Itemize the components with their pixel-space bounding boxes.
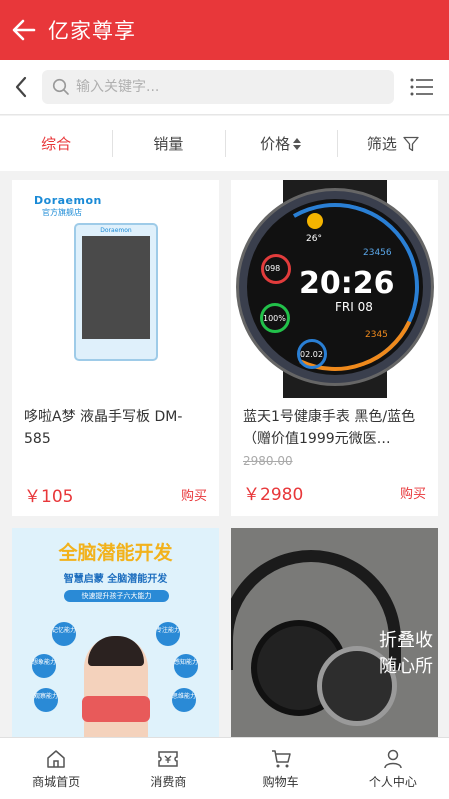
product-image[interactable]: 折叠收 随心所 bbox=[231, 528, 438, 737]
sort-bar: 综合 销量 价格 筛选 bbox=[0, 116, 449, 171]
tab-label: 购物车 bbox=[262, 774, 299, 789]
brand-logo: Doraemon bbox=[34, 194, 102, 207]
product-card[interactable]: 26° 23456 098 20:26 FRI 08 100% 02.02 23… bbox=[231, 180, 438, 516]
cart-icon bbox=[271, 749, 291, 767]
watch-date: FRI 08 bbox=[335, 300, 373, 314]
sort-tab-sales[interactable]: 销量 bbox=[112, 116, 224, 171]
ability-circle: 专注能力 bbox=[156, 622, 180, 646]
sort-tab-filter[interactable]: 筛选 bbox=[336, 116, 449, 171]
product-footer: ￥105 购买 bbox=[12, 476, 219, 512]
product-original-price: 2980.00 bbox=[243, 454, 293, 468]
poster-text: 随心所 bbox=[379, 656, 433, 677]
tab-label: 消费商 bbox=[150, 774, 187, 789]
product-image[interactable]: 全脑潜能开发 智慧启蒙 全脑潜能开发 快速提升孩子六大能力 记忆能力 专注能力 … bbox=[12, 528, 219, 737]
search-bar bbox=[0, 60, 449, 115]
tab-profile[interactable]: 个人中心 bbox=[337, 738, 449, 799]
poster-tag: 快速提升孩子六大能力 bbox=[64, 590, 169, 602]
child-photo bbox=[82, 636, 150, 737]
product-price: ￥105 bbox=[24, 486, 74, 507]
tablet-device: Doraemon bbox=[74, 223, 158, 361]
ability-circle: 感知能力 bbox=[174, 654, 198, 678]
child-hair bbox=[88, 636, 144, 666]
tab-label: 个人中心 bbox=[368, 774, 417, 789]
sort-tab-label: 销量 bbox=[153, 135, 184, 153]
product-card[interactable]: 折叠收 随心所 bbox=[231, 528, 438, 737]
product-image[interactable]: Doraemon 官方旗舰店 Doraemon bbox=[12, 180, 219, 398]
poster-headline: 全脑潜能开发 bbox=[58, 542, 173, 564]
ability-circle: 观察能力 bbox=[34, 688, 58, 712]
watch-heart: 098 bbox=[265, 264, 281, 273]
ability-circle: 思维能力 bbox=[172, 688, 196, 712]
sun-icon bbox=[307, 213, 323, 229]
app-bar: 亿家尊享 bbox=[0, 0, 449, 60]
ticket-icon bbox=[158, 750, 179, 767]
product-price: ￥2980 bbox=[243, 484, 304, 505]
tablet-screen bbox=[82, 236, 150, 339]
ability-circle: 想象能力 bbox=[32, 654, 56, 678]
search-box[interactable] bbox=[42, 70, 394, 104]
list-icon bbox=[410, 78, 433, 96]
sort-tab-label: 筛选 bbox=[366, 135, 397, 153]
product-grid: Doraemon 官方旗舰店 Doraemon 哆啦A梦 液晶手写板 DM-58… bbox=[0, 171, 449, 737]
watch-calories: 2345 bbox=[365, 330, 388, 340]
poster-subtitle: 智慧启蒙 全脑潜能开发 bbox=[63, 574, 168, 585]
page-title: 亿家尊享 bbox=[48, 19, 136, 43]
tab-cart[interactable]: 购物车 bbox=[225, 738, 337, 799]
device-brand: Doraemon bbox=[100, 227, 132, 234]
poster-text: 折叠收 bbox=[379, 630, 433, 651]
sort-tab-price[interactable]: 价格 bbox=[224, 116, 337, 171]
sort-arrows-icon bbox=[293, 137, 302, 150]
headphones bbox=[82, 696, 150, 722]
chevron-left-icon bbox=[15, 76, 27, 98]
home-icon bbox=[47, 749, 65, 768]
back-button[interactable] bbox=[0, 0, 48, 60]
sort-tab-label: 综合 bbox=[41, 135, 72, 153]
product-card[interactable]: Doraemon 官方旗舰店 Doraemon 哆啦A梦 液晶手写板 DM-58… bbox=[12, 180, 219, 516]
ability-circle: 记忆能力 bbox=[52, 622, 76, 646]
arrow-left-icon bbox=[12, 19, 36, 41]
product-name: 哆啦A梦 液晶手写板 DM-585 bbox=[24, 409, 183, 447]
tab-label: 商城首页 bbox=[32, 774, 81, 789]
search-input[interactable] bbox=[76, 79, 356, 95]
buy-button[interactable]: 购买 bbox=[181, 485, 207, 504]
buy-button[interactable]: 购买 bbox=[400, 483, 426, 502]
watch-battery: 100% bbox=[263, 314, 286, 323]
watch-time: 20:26 bbox=[299, 266, 395, 301]
bottom-tab-bar: 商城首页 消费商 购物车 个人中心 bbox=[0, 737, 449, 799]
search-back-button[interactable] bbox=[0, 60, 42, 115]
product-name: 蓝天1号健康手表 黑色/蓝色 （赠价值1999元微医… bbox=[243, 409, 416, 447]
list-view-button[interactable] bbox=[394, 60, 449, 115]
watch-temp: 26° bbox=[306, 234, 322, 244]
tab-consumer[interactable]: 消费商 bbox=[112, 738, 224, 799]
watch-steps: 23456 bbox=[363, 248, 392, 258]
person-icon bbox=[384, 749, 402, 768]
search-icon bbox=[52, 78, 69, 95]
store-label: 官方旗舰店 bbox=[42, 208, 82, 217]
product-footer: ￥2980 购买 bbox=[231, 474, 438, 510]
product-card[interactable]: 全脑潜能开发 智慧启蒙 全脑潜能开发 快速提升孩子六大能力 记忆能力 专注能力 … bbox=[12, 528, 219, 737]
filter-icon bbox=[403, 136, 419, 151]
product-image[interactable]: 26° 23456 098 20:26 FRI 08 100% 02.02 23… bbox=[231, 180, 438, 398]
tab-home[interactable]: 商城首页 bbox=[0, 738, 112, 799]
sort-tab-comprehensive[interactable]: 综合 bbox=[0, 116, 112, 171]
watch-ring-value: 02.02 bbox=[300, 350, 323, 359]
sort-tab-label: 价格 bbox=[260, 135, 291, 153]
